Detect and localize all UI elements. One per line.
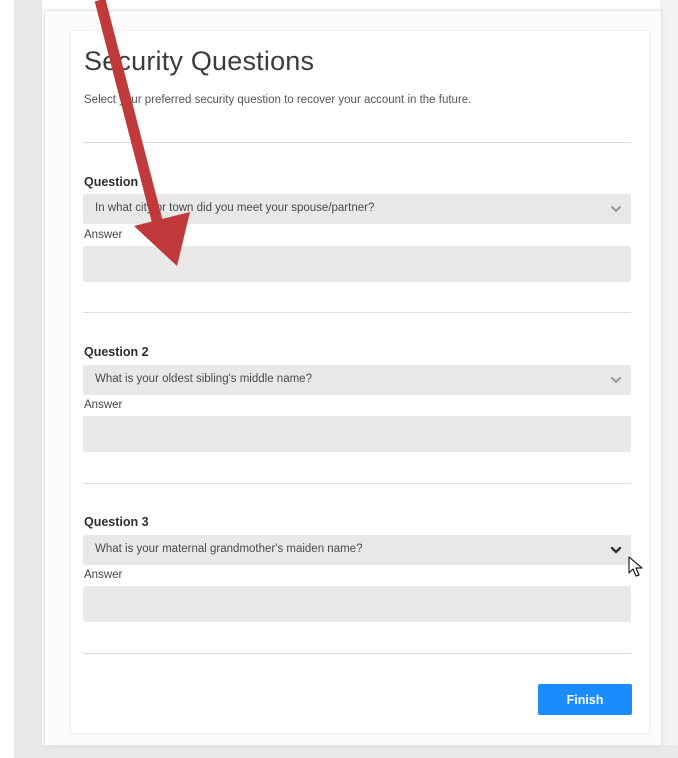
- backdrop-right: [660, 0, 678, 758]
- divider: [83, 483, 631, 484]
- question-2-select[interactable]: What is your oldest sibling's middle nam…: [83, 365, 631, 395]
- question-2-label: Question 2: [84, 345, 149, 359]
- page-subtitle: Select your preferred security question …: [84, 94, 472, 106]
- question-3-answer-input[interactable]: [83, 586, 631, 622]
- mouse-cursor-icon: [628, 556, 643, 577]
- chevron-down-icon: [611, 377, 621, 383]
- divider: [83, 142, 631, 143]
- question-3-selected-value: What is your maternal grandmother's maid…: [95, 543, 363, 555]
- finish-button[interactable]: Finish: [538, 684, 632, 715]
- question-1-label: Question 1: [84, 175, 149, 189]
- question-2-answer-input[interactable]: [83, 416, 631, 452]
- question-2-answer-label: Answer: [84, 399, 123, 411]
- question-3-answer-label: Answer: [84, 569, 123, 581]
- question-1-answer-input[interactable]: [83, 246, 631, 282]
- question-1-select[interactable]: In what city or town did you meet your s…: [83, 194, 631, 224]
- divider: [83, 312, 631, 313]
- divider: [83, 653, 631, 654]
- chevron-down-icon: [611, 206, 621, 212]
- question-3-label: Question 3: [84, 515, 149, 529]
- question-3-select[interactable]: What is your maternal grandmother's maid…: [83, 535, 631, 565]
- question-1-answer-label: Answer: [84, 229, 123, 241]
- backdrop-bottom: [14, 745, 678, 758]
- page-title: Security Questions: [84, 46, 315, 76]
- question-1-selected-value: In what city or town did you meet your s…: [95, 202, 375, 214]
- backdrop-left: [14, 0, 42, 758]
- question-2-selected-value: What is your oldest sibling's middle nam…: [95, 373, 312, 385]
- chevron-down-icon: [610, 546, 622, 554]
